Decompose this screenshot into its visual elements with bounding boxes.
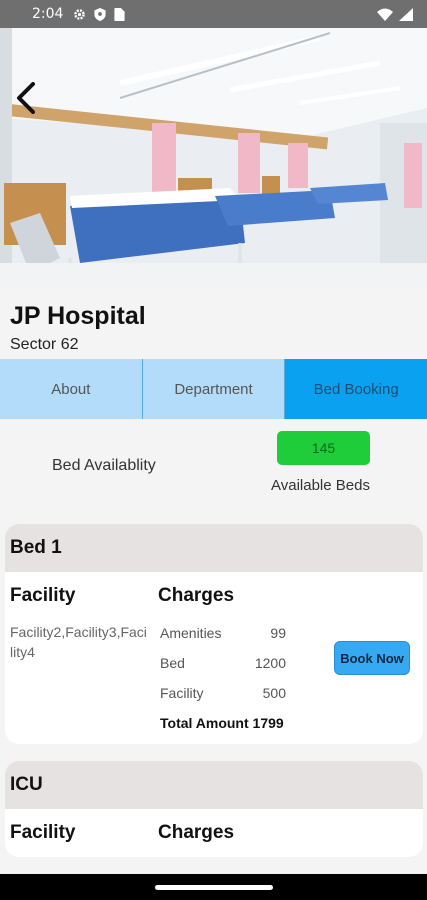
shield-icon — [94, 7, 107, 21]
home-gesture-handle[interactable] — [154, 884, 273, 890]
bed-availability-label: Bed Availablity — [52, 457, 156, 474]
status-time: 2:04 — [32, 6, 64, 22]
sim-card-icon — [114, 7, 126, 21]
status-right-icons — [377, 7, 413, 21]
hospital-ward-image — [0, 28, 427, 289]
tab-about[interactable]: About — [0, 359, 143, 419]
status-icons — [73, 7, 126, 21]
total-amount: Total Amount 1799 — [160, 715, 284, 731]
back-button[interactable] — [10, 78, 42, 118]
hospital-name: JP Hospital — [10, 302, 146, 330]
hospital-photo — [0, 28, 427, 289]
charge-amount: 500 — [262, 685, 286, 701]
charges-header: Charges — [158, 822, 235, 843]
back-arrow-icon — [17, 82, 35, 114]
wifi-icon — [377, 8, 393, 21]
facility-header: Facility — [10, 822, 76, 843]
gear-icon — [74, 8, 86, 20]
charge-name: Facility — [160, 685, 204, 701]
tab-department[interactable]: Department — [142, 359, 286, 419]
card-title: ICU — [5, 761, 423, 809]
charge-name: Bed — [160, 655, 185, 671]
status-bar: 2:04 — [0, 0, 427, 28]
available-beds-count: 145 — [277, 431, 370, 465]
hospital-sector: Sector 62 — [10, 336, 79, 353]
charge-name: Amenities — [160, 625, 222, 641]
facility-header: Facility — [10, 585, 76, 606]
facility-list: Facility2,Facility3,Facility4 — [10, 624, 147, 660]
available-beds-caption: Available Beds — [271, 477, 370, 494]
charge-amount: 99 — [270, 625, 286, 641]
navigation-bar — [0, 874, 427, 900]
charge-row: Facility 500 — [160, 685, 286, 701]
card-title: Bed 1 — [5, 524, 423, 572]
tab-bed-booking[interactable]: Bed Booking — [285, 359, 427, 419]
book-now-button[interactable]: Book Now — [334, 641, 410, 675]
charge-row: Bed 1200 — [160, 655, 286, 671]
signal-icon — [399, 7, 413, 21]
charge-amount: 1200 — [254, 655, 286, 671]
charges-header: Charges — [158, 585, 235, 606]
icu-card: ICU Facility Charges — [5, 761, 423, 857]
charge-row: Amenities 99 — [160, 625, 286, 641]
bed-card: Bed 1 Facility Charges Facility2,Facilit… — [5, 524, 423, 744]
tab-bar: About Department Bed Booking — [0, 359, 427, 419]
